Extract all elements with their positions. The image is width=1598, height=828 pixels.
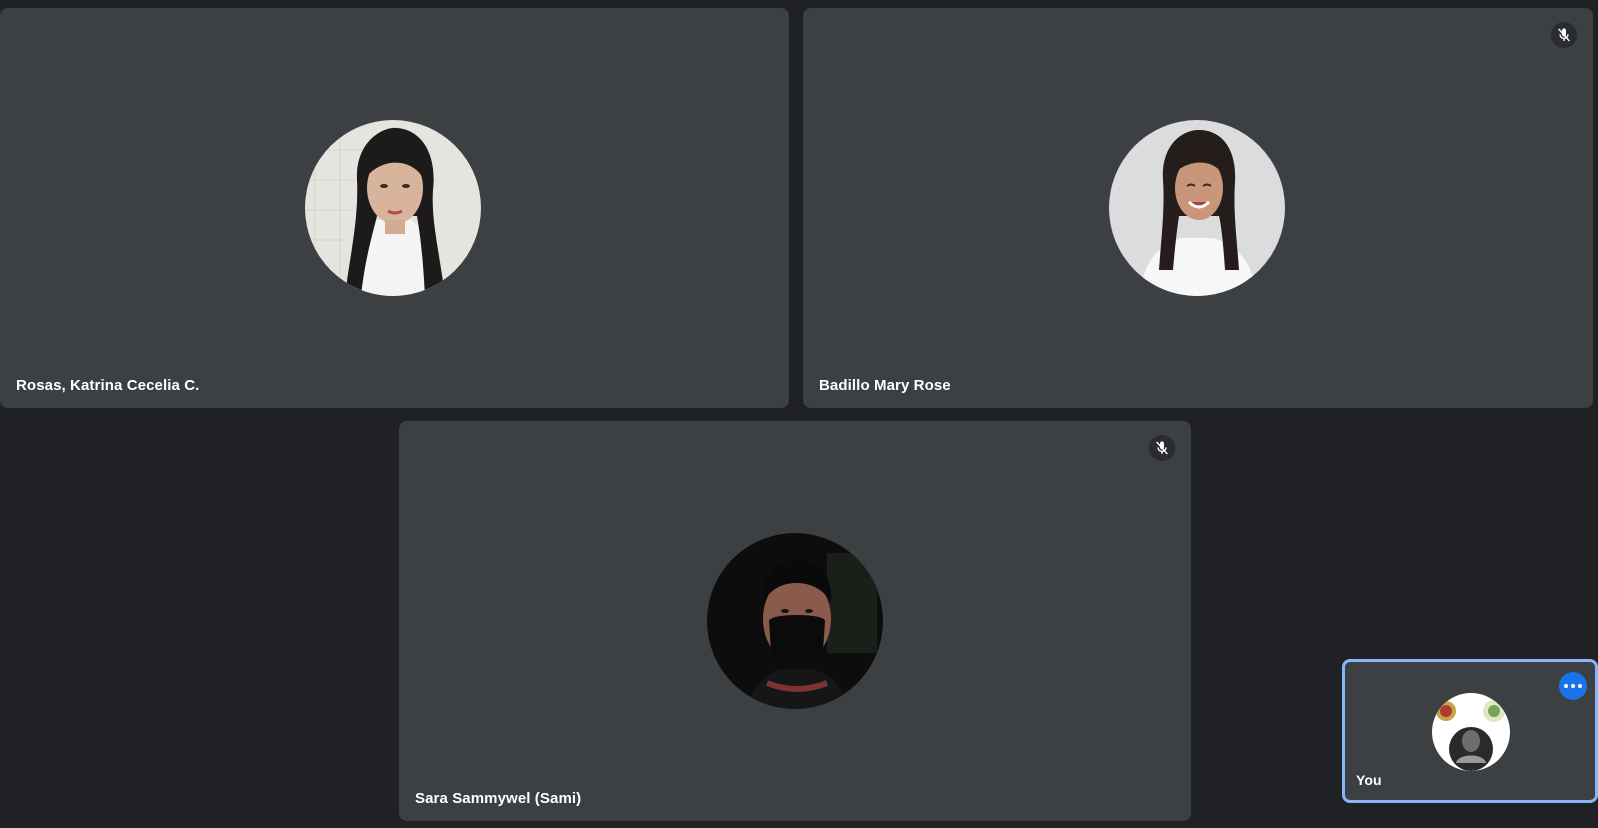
mic-off-icon	[1551, 22, 1577, 48]
participant-avatar	[1109, 120, 1285, 296]
participant-name: Rosas, Katrina Cecelia C.	[16, 377, 200, 394]
participant-name: Sara Sammywel (Sami)	[415, 790, 582, 807]
participant-tile[interactable]: Badillo Mary Rose	[803, 8, 1593, 408]
participant-avatar	[305, 120, 481, 296]
participant-name: Badillo Mary Rose	[819, 377, 951, 394]
more-options-icon[interactable]	[1559, 672, 1587, 700]
self-name: You	[1356, 772, 1382, 788]
participant-tile[interactable]: Rosas, Katrina Cecelia C.	[0, 8, 789, 408]
self-avatar	[1432, 693, 1510, 771]
participant-avatar	[707, 533, 883, 709]
mic-off-icon	[1149, 435, 1175, 461]
self-view-tile[interactable]: You	[1342, 659, 1598, 803]
meeting-stage: Rosas, Katrina Cecelia C. Badillo Mary R…	[0, 0, 1598, 828]
participant-tile[interactable]: Sara Sammywel (Sami)	[399, 421, 1191, 821]
